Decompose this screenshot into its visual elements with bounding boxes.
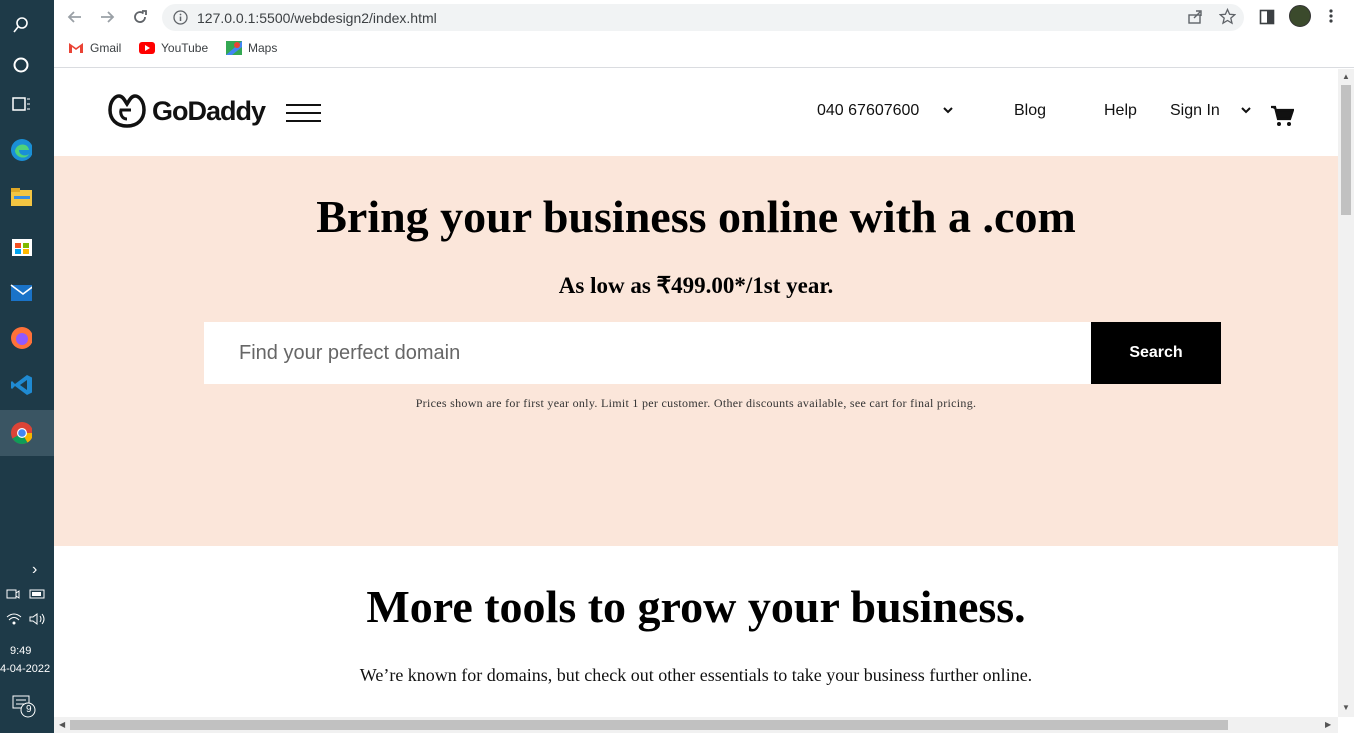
bookmark-maps[interactable]: Maps — [226, 41, 277, 55]
edge-icon[interactable] — [10, 139, 32, 161]
godaddy-logo-icon — [108, 94, 146, 128]
scroll-right-icon[interactable]: ▶ — [1325, 720, 1331, 729]
hero-subtitle: As low as ₹499.00*/1st year. — [558, 273, 834, 298]
tools-title: More tools to grow your business. — [366, 581, 1026, 632]
volume-icon[interactable] — [29, 612, 47, 629]
cart-icon[interactable] — [1270, 105, 1295, 132]
firefox-icon[interactable] — [10, 327, 32, 349]
forward-icon[interactable] — [96, 6, 118, 28]
hamburger-menu-icon[interactable] — [286, 104, 321, 122]
menu-dots-icon[interactable] — [1328, 8, 1334, 29]
scroll-down-icon[interactable]: ▼ — [1342, 703, 1350, 712]
vscode-icon[interactable] — [10, 374, 32, 396]
bookmark-youtube[interactable]: YouTube — [139, 41, 208, 55]
meet-now-icon[interactable] — [6, 587, 20, 604]
logo-text: GoDaddy — [152, 95, 266, 126]
scroll-up-icon[interactable]: ▲ — [1342, 72, 1350, 81]
task-view-icon[interactable] — [10, 93, 32, 115]
godaddy-logo[interactable]: GoDaddy — [108, 93, 266, 129]
mail-icon[interactable] — [10, 282, 32, 304]
site-header: GoDaddy 040 67607600 Blog Help Sign In — [54, 69, 1338, 156]
search-icon[interactable] — [10, 14, 32, 36]
profile-avatar[interactable] — [1289, 5, 1311, 27]
site-info-icon[interactable] — [173, 10, 188, 30]
bookmark-label: YouTube — [161, 41, 209, 55]
browser-chrome: 127.0.0.1:5500/webdesign2/index.html Gma… — [54, 0, 1354, 68]
chevron-down-icon[interactable] — [1240, 102, 1252, 118]
chrome-icon[interactable] — [10, 422, 32, 444]
chevron-right-icon[interactable]: › — [32, 561, 37, 579]
share-icon[interactable] — [1187, 9, 1203, 30]
bookmark-gmail[interactable]: Gmail — [68, 41, 121, 55]
store-icon[interactable] — [10, 234, 32, 256]
battery-icon[interactable] — [29, 587, 47, 604]
scroll-left-icon[interactable]: ◀ — [59, 720, 65, 729]
clock-date[interactable]: 4-04-2022 — [0, 663, 50, 675]
side-panel-icon[interactable] — [1259, 9, 1275, 30]
nav-help-link[interactable]: Help — [1104, 102, 1137, 120]
search-button[interactable]: Search — [1091, 322, 1221, 384]
youtube-icon — [139, 42, 155, 54]
gmail-icon — [69, 43, 83, 53]
notification-count: 9 — [26, 704, 32, 715]
bookmark-label: Gmail — [90, 41, 122, 55]
wifi-icon[interactable] — [6, 612, 22, 629]
horizontal-scroll-thumb[interactable] — [70, 720, 1228, 730]
clock-time[interactable]: 9:49 — [10, 645, 31, 657]
page-viewport: GoDaddy 040 67607600 Blog Help Sign In B… — [54, 69, 1338, 717]
hero-section: Bring your business online with a .com A… — [54, 156, 1338, 546]
domain-search-input[interactable] — [204, 322, 1091, 384]
tools-subtitle: We’re known for domains, but check out o… — [359, 665, 1033, 685]
nav-blog-link[interactable]: Blog — [1014, 102, 1046, 120]
hero-title: Bring your business online with a .com — [316, 191, 1076, 242]
url-text[interactable]: 127.0.0.1:5500/webdesign2/index.html — [197, 10, 437, 26]
windows-taskbar: › 9:49 4-04-2022 9 — [0, 0, 54, 733]
vertical-scrollbar[interactable]: ▲ ▼ — [1338, 69, 1354, 717]
pricing-disclaimer: Prices shown are for first year only. Li… — [415, 396, 977, 410]
vertical-scroll-thumb[interactable] — [1341, 85, 1351, 215]
notification-icon[interactable]: 9 — [12, 695, 38, 722]
bookmark-label: Maps — [248, 41, 278, 55]
back-icon[interactable] — [64, 6, 86, 28]
horizontal-scrollbar[interactable]: ◀ ▶ — [54, 717, 1338, 733]
bookmark-star-icon[interactable] — [1218, 7, 1237, 30]
phone-number[interactable]: 040 67607600 — [817, 102, 919, 120]
cortana-icon[interactable] — [10, 54, 32, 76]
nav-signin-link[interactable]: Sign In — [1170, 102, 1220, 120]
reload-icon[interactable] — [129, 6, 151, 28]
maps-icon — [226, 41, 242, 55]
file-explorer-icon[interactable] — [10, 186, 32, 208]
chevron-down-icon[interactable] — [942, 102, 954, 118]
address-bar[interactable]: 127.0.0.1:5500/webdesign2/index.html — [162, 4, 1244, 31]
